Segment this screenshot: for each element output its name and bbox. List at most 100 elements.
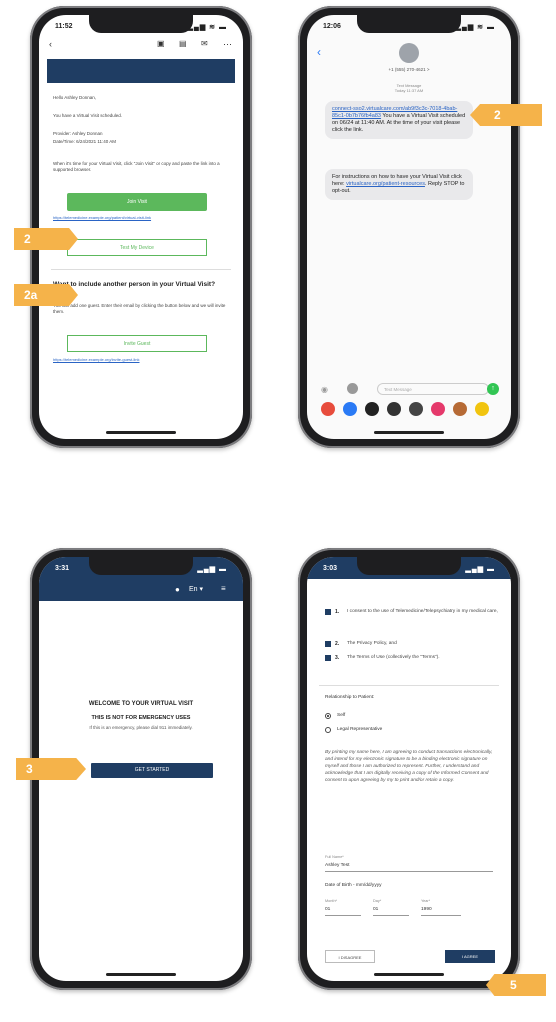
email-instructions: When it's time for your Virtual Visit, c…	[53, 161, 220, 172]
imessage-app-drawer	[313, 399, 505, 421]
phone-messages: 12:06 ▂▄▆ ≋ ▬ ‹ +1 (555) 270-4621 > Text…	[298, 6, 520, 448]
agree-button[interactable]: I AGREE	[445, 950, 495, 963]
phone-email: 11:52 ▂▄▆ ≋ ▬ ‹ ▣ ▤ ✉ ⋯ Hello Ashley Don…	[30, 6, 252, 448]
mail-icon[interactable]: ✉	[201, 39, 208, 48]
message-input[interactable]: Text Message	[377, 383, 489, 395]
resources-link[interactable]: virtualcare.org/patient-resources	[346, 181, 425, 187]
test-device-button[interactable]: Test My Device	[67, 239, 207, 256]
emergency-subtext: If this is an emergency, please dial 911…	[89, 725, 193, 730]
stickers-app-icon[interactable]	[453, 402, 467, 416]
fullname-input[interactable]: Ashley Test	[325, 863, 349, 868]
memoji-app-icon[interactable]	[387, 402, 401, 416]
consent-checkbox-2[interactable]	[325, 641, 331, 647]
year-input[interactable]: 1990	[421, 907, 432, 912]
applepay-app-icon[interactable]	[365, 402, 379, 416]
home-indicator	[106, 431, 176, 434]
fullname-underline	[325, 871, 493, 872]
digital-touch-icon[interactable]	[409, 402, 423, 416]
archive-icon[interactable]: ▣	[157, 39, 165, 48]
info-icon[interactable]: ●	[175, 585, 180, 594]
status-time: 11:52	[55, 23, 73, 30]
camera-icon[interactable]: ◉	[321, 385, 328, 394]
month-label: Month*	[325, 899, 338, 903]
consent-item-text: The Privacy Policy, and	[347, 641, 397, 646]
callout-step: 5	[486, 974, 546, 996]
day-underline	[373, 915, 409, 916]
divider	[319, 685, 499, 686]
notch	[357, 557, 461, 575]
hamburger-menu-icon[interactable]: ≡	[221, 584, 226, 593]
appstore-app-icon[interactable]	[343, 402, 357, 416]
dob-label: Date of Birth - mm/dd/yyyy	[325, 883, 382, 888]
divider	[51, 269, 231, 270]
photos-app-icon[interactable]	[321, 402, 335, 416]
notch	[89, 15, 193, 33]
callout-step-alt: 2a	[14, 284, 78, 306]
top-navbar: ● En ▾ ≡	[39, 579, 243, 601]
fullname-label: Full Name*	[325, 855, 344, 859]
email-header-banner	[47, 59, 235, 83]
phone-consent: 3:03 ▂▄▆ ▬ 1. I consent to the use of Te…	[298, 548, 520, 990]
consent-item-number: 1.	[335, 609, 340, 615]
email-line1: You have a Virtual Visit scheduled.	[53, 113, 122, 118]
contact-number[interactable]: +1 (555) 270-4621 >	[307, 67, 511, 72]
welcome-title: WELCOME TO YOUR VIRTUAL VISIT	[88, 701, 194, 707]
app-store-icon[interactable]	[347, 383, 358, 394]
contact-avatar	[399, 43, 419, 63]
notch	[357, 15, 461, 33]
callout-step: 2	[14, 228, 78, 250]
relationship-label: Relationship to Patient:	[325, 695, 375, 700]
status-time: 3:31	[55, 565, 70, 572]
legal-rep-radio[interactable]	[325, 727, 331, 733]
messages-screen: 12:06 ▂▄▆ ≋ ▬ ‹ +1 (555) 270-4621 > Text…	[307, 15, 511, 439]
year-underline	[421, 915, 461, 916]
home-indicator	[374, 973, 444, 976]
consent-item-text: I consent to the use of Telemedicine/Tel…	[347, 609, 498, 614]
month-input[interactable]: 01	[325, 907, 330, 912]
email-screen: 11:52 ▂▄▆ ≋ ▬ ‹ ▣ ▤ ✉ ⋯ Hello Ashley Don…	[39, 15, 243, 439]
signal-icon: ▂▄▆ ≋ ▬	[455, 24, 495, 31]
status-time: 12:06	[323, 23, 341, 30]
day-label: Day*	[373, 899, 382, 903]
language-select[interactable]: En ▾	[189, 585, 203, 593]
invite-guest-button[interactable]: Invite Guest	[67, 335, 207, 352]
email-provider: Provider: Ashley Donnan	[53, 131, 103, 136]
message-bubble-2: For instructions on how to have your Vir…	[325, 169, 473, 200]
message-meta: Text Message Today 11:37 AM	[394, 83, 424, 93]
consent-item-text: The Terms of Use (collectively the "Term…	[347, 655, 440, 660]
disagree-button[interactable]: I DISAGREE	[325, 950, 375, 963]
day-input[interactable]: 01	[373, 907, 378, 912]
self-label: Self	[337, 713, 346, 718]
more-apps-icon[interactable]	[475, 402, 489, 416]
guest-section-text: You can add one guest. Enter their email…	[53, 303, 226, 314]
signal-icon: ▂▄▆ ≋ ▬	[187, 24, 227, 31]
consent-item-number: 3.	[335, 655, 340, 661]
back-chevron-icon[interactable]: ‹	[49, 39, 52, 49]
music-app-icon[interactable]	[431, 402, 445, 416]
email-greeting: Hello Ashley Donnan,	[53, 95, 97, 100]
trash-icon[interactable]: ▤	[179, 39, 187, 48]
self-radio[interactable]	[325, 713, 331, 719]
get-started-button[interactable]: GET STARTED	[91, 763, 213, 778]
join-visit-button[interactable]: Join Visit	[67, 193, 207, 211]
back-chevron-icon[interactable]: ‹	[317, 45, 321, 59]
legal-rep-label: Legal Representative	[337, 727, 383, 732]
email-datetime: Date/Time: 6/24/2021 11:40 AM	[53, 139, 117, 144]
month-underline	[325, 915, 361, 916]
year-label: Year*	[421, 899, 431, 903]
emergency-warning: THIS IS NOT FOR EMERGENCY USES	[91, 715, 191, 721]
consent-item-number: 2.	[335, 641, 340, 647]
guest-section-title: Want to include another person in your V…	[53, 281, 216, 288]
more-icon[interactable]: ⋯	[223, 39, 232, 50]
signal-icon: ▂▄▆ ▬	[197, 566, 227, 573]
join-visit-link[interactable]: https://telemedicine.example.org/patient…	[53, 215, 231, 221]
esignature-disclaimer: By printing my name here, I am agreeing …	[325, 750, 493, 783]
callout-step: 3	[16, 758, 86, 780]
signal-icon: ▂▄▆ ▬	[465, 566, 495, 573]
consent-checkbox-3[interactable]	[325, 655, 331, 661]
notch	[89, 557, 193, 575]
callout-step: 2	[470, 104, 542, 126]
consent-checkbox-1[interactable]	[325, 609, 331, 615]
send-icon[interactable]: ↑	[487, 383, 499, 395]
invite-guest-link[interactable]: https://telemedicine.example.org/invite-…	[53, 357, 231, 363]
